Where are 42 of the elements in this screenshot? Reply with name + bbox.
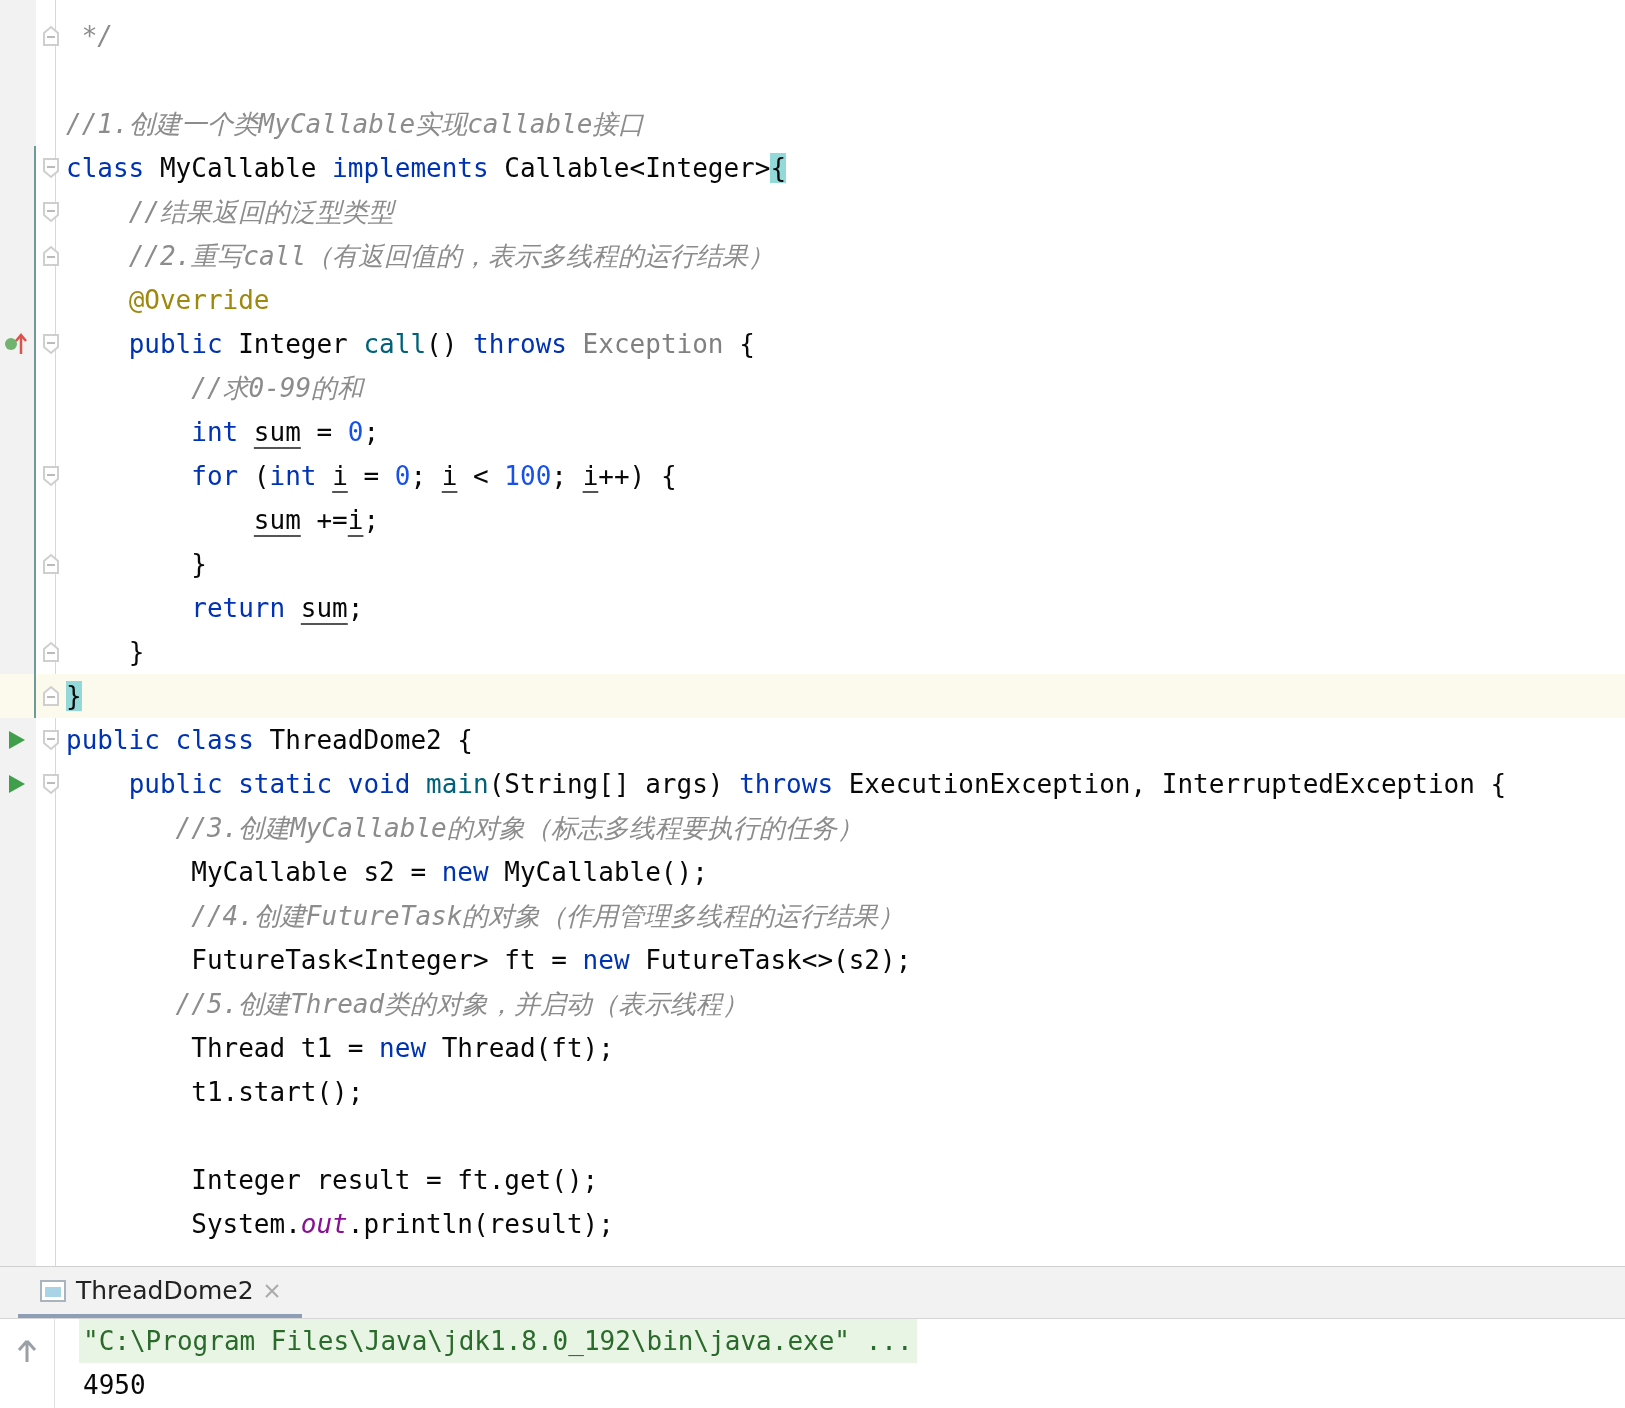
fold-icon[interactable]	[42, 25, 60, 47]
code-line: return sum;	[190, 592, 364, 625]
fold-icon[interactable]	[42, 333, 60, 355]
fold-icon[interactable]	[42, 245, 60, 267]
code-line: sum +=i;	[252, 504, 380, 537]
code-line: public class ThreadDome2 {	[66, 724, 473, 757]
code-line: Thread t1 = new Thread(ft);	[190, 1032, 614, 1065]
fold-icon[interactable]	[42, 465, 60, 487]
code-line: t1.start();	[190, 1076, 364, 1109]
fold-icon[interactable]	[42, 773, 60, 795]
code-line: Integer result = ft.get();	[190, 1164, 599, 1197]
code-line: @Override	[127, 284, 270, 317]
override-icon[interactable]	[5, 332, 29, 356]
console-icon	[40, 1279, 66, 1302]
code-line: public static void main(String[] args) throws ExecutionException, InterruptedException {	[127, 768, 1507, 801]
fold-icon[interactable]	[42, 553, 60, 575]
code-line: //求0-99的和	[190, 372, 364, 405]
fold-icon[interactable]	[42, 641, 60, 663]
code-line: //3.创建MyCallable的对象（标志多线程要执行的任务）	[174, 812, 863, 845]
code-line: //5.创建Thread类的对象，并启动（表示线程）	[174, 988, 749, 1021]
fold-icon[interactable]	[42, 685, 60, 707]
code-line: //4.创建FutureTask的对象（作用管理多线程的运行结果）	[190, 900, 905, 933]
code-line: //2.重写call（有返回值的，表示多线程的运行结果）	[127, 240, 774, 273]
fold-icon[interactable]	[42, 157, 60, 179]
code-line: for (int i = 0; i < 100; i++) {	[190, 460, 677, 493]
run-icon[interactable]	[7, 729, 27, 751]
code-line: MyCallable s2 = new MyCallable();	[190, 856, 708, 889]
code-line: int sum = 0;	[190, 416, 380, 449]
run-icon[interactable]	[7, 773, 27, 795]
code-line: }	[190, 548, 207, 581]
code-line: FutureTask<Integer> ft = new FutureTask<>(s2);	[190, 944, 912, 977]
code-line: //1.创建一个类MyCallable实现callable接口	[66, 108, 645, 141]
fold-icon[interactable]	[42, 201, 60, 223]
code-line: System.out.println(result);	[190, 1208, 614, 1241]
code-line: public Integer call() throws Exception {	[127, 328, 755, 361]
close-icon[interactable]	[263, 1282, 280, 1299]
console-output: 4950	[82, 1369, 147, 1402]
up-arrow-icon[interactable]	[17, 1339, 37, 1363]
code-line: class MyCallable implements Callable<Integer>{	[66, 152, 787, 185]
code-line: }	[127, 636, 145, 669]
fold-icon[interactable]	[42, 729, 60, 751]
code-line: */	[80, 20, 113, 53]
